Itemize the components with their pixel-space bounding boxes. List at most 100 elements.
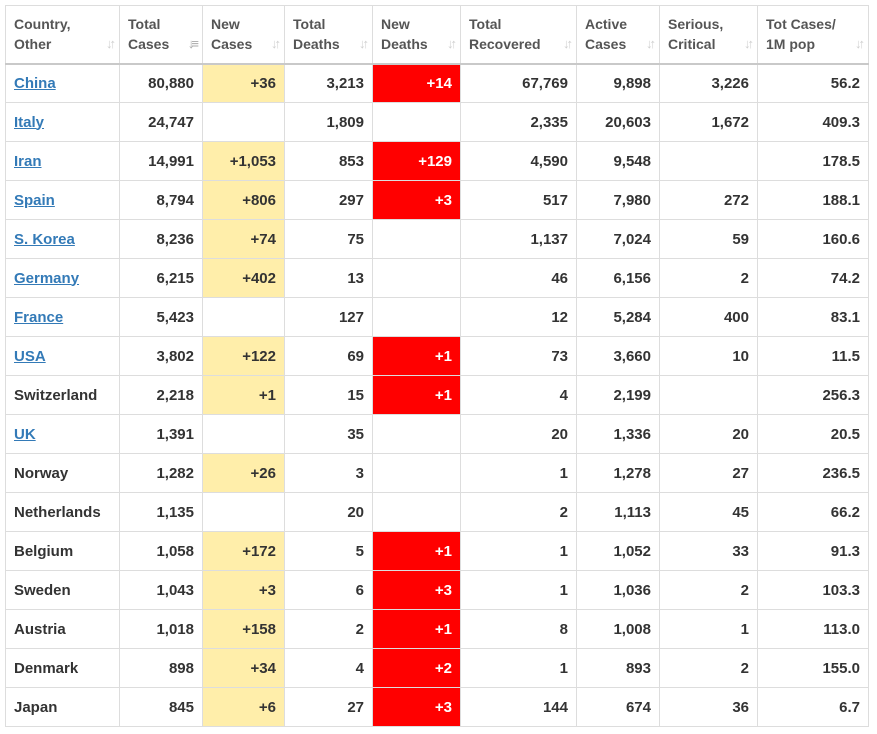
cell-per-million: 188.1 — [757, 180, 869, 220]
table-row: Netherlands 1,135 20 2 1,113 45 66.2 — [5, 492, 869, 532]
cell-new-cases: +26 — [202, 453, 285, 493]
header-label-line1: Total — [293, 16, 326, 33]
cell-serious-critical: 2 — [659, 570, 758, 610]
cell-serious-critical: 2 — [659, 258, 758, 298]
cell-serious-critical: 27 — [659, 453, 758, 493]
table-row: China 80,880 +36 3,213 +14 67,769 9,898 3,226 56… — [5, 63, 869, 103]
cell-country[interactable]: USA — [5, 336, 120, 376]
column-header-total-deaths[interactable]: Total Deaths ↓↑ — [284, 5, 373, 65]
cell-serious-critical: 1 — [659, 609, 758, 649]
country-link[interactable]: Spain — [14, 192, 55, 209]
cell-serious-critical: 10 — [659, 336, 758, 376]
cell-new-cases: +6 — [202, 687, 285, 727]
country-name: Sweden — [14, 581, 71, 599]
cell-country[interactable]: Germany — [5, 258, 120, 298]
cell-total-recovered: 144 — [460, 687, 577, 727]
cell-new-deaths — [372, 492, 461, 532]
cell-new-cases — [202, 414, 285, 454]
header-label-line2: 1M pop — [766, 36, 815, 53]
column-header-country[interactable]: Country, Other ↓↑ — [5, 5, 120, 65]
header-label-line2: Cases — [585, 36, 627, 53]
cell-total-deaths: 297 — [284, 180, 373, 220]
column-header-label: Total Recovered — [469, 14, 568, 54]
cell-active-cases: 674 — [576, 687, 660, 727]
cell-new-deaths — [372, 258, 461, 298]
table-row: Spain 8,794 +806 297 +3 517 7,980 272 188.1 — [5, 180, 869, 220]
cell-per-million: 66.2 — [757, 492, 869, 532]
cell-new-cases: +1,053 — [202, 141, 285, 181]
column-header-label: Tot Cases/1M pop — [766, 14, 860, 54]
column-header-per-million[interactable]: Tot Cases/1M pop ↓↑ — [757, 5, 869, 65]
country-name: Denmark — [14, 659, 79, 677]
table-body: China 80,880 +36 3,213 +14 67,769 9,898 3,226 56… — [5, 63, 869, 727]
cell-per-million: 20.5 — [757, 414, 869, 454]
cell-new-cases: +158 — [202, 609, 285, 649]
sort-icon[interactable]: ↓↑ — [563, 34, 573, 54]
cell-country[interactable]: Spain — [5, 180, 120, 220]
sort-icon[interactable]: ↓↑ — [447, 34, 457, 54]
table-row: Japan 845 +6 27 +3 144 674 36 6.7 — [5, 687, 869, 727]
sort-icon[interactable]: ↓↑ — [855, 34, 865, 54]
column-header-new-cases[interactable]: New Cases ↓↑ — [202, 5, 285, 65]
cell-new-deaths: +3 — [372, 570, 461, 610]
cell-active-cases: 7,024 — [576, 219, 660, 259]
column-header-label: New Deaths — [381, 14, 452, 54]
cell-country: Norway — [5, 453, 120, 493]
country-link[interactable]: S. Korea — [14, 231, 75, 248]
table-row: USA 3,802 +122 69 +1 73 3,660 10 11.5 — [5, 336, 869, 376]
cell-new-cases — [202, 492, 285, 532]
header-label-line1: Tot Cases/ — [766, 16, 836, 33]
cell-total-recovered: 2 — [460, 492, 577, 532]
cell-new-cases: +402 — [202, 258, 285, 298]
country-link[interactable]: Germany — [14, 270, 79, 287]
table-row: France 5,423 127 12 5,284 400 83.1 — [5, 297, 869, 337]
cell-country[interactable]: Italy — [5, 102, 120, 142]
cell-total-cases: 80,880 — [119, 63, 203, 103]
cell-country[interactable]: Iran — [5, 141, 120, 181]
cell-active-cases: 1,278 — [576, 453, 660, 493]
column-header-label: New Cases — [211, 14, 276, 54]
cell-country[interactable]: S. Korea — [5, 219, 120, 259]
cell-new-deaths: +1 — [372, 336, 461, 376]
sort-desc-active-icon[interactable]: ↓≡ — [188, 34, 199, 54]
cell-total-deaths: 853 — [284, 141, 373, 181]
cell-country[interactable]: China — [5, 63, 120, 103]
country-link[interactable]: Iran — [14, 153, 42, 170]
sort-icon[interactable]: ↓↑ — [271, 34, 281, 54]
cell-total-deaths: 69 — [284, 336, 373, 376]
column-header-active-cases[interactable]: Active Cases ↓↑ — [576, 5, 660, 65]
cell-country[interactable]: UK — [5, 414, 120, 454]
cell-total-recovered: 4,590 — [460, 141, 577, 181]
cell-active-cases: 5,284 — [576, 297, 660, 337]
cell-country: Belgium — [5, 531, 120, 571]
cell-total-cases: 8,236 — [119, 219, 203, 259]
sort-icon[interactable]: ↓↑ — [106, 34, 116, 54]
country-link[interactable]: Italy — [14, 114, 44, 131]
header-label-line1: Country, — [14, 16, 71, 33]
column-header-serious-critical[interactable]: Serious, Critical ↓↑ — [659, 5, 758, 65]
country-link[interactable]: USA — [14, 348, 46, 365]
cell-new-cases: +806 — [202, 180, 285, 220]
cell-total-cases: 1,058 — [119, 531, 203, 571]
country-link[interactable]: France — [14, 309, 63, 326]
cell-active-cases: 2,199 — [576, 375, 660, 415]
country-link[interactable]: China — [14, 75, 56, 92]
cell-new-cases — [202, 297, 285, 337]
sort-icon[interactable]: ↓↑ — [744, 34, 754, 54]
column-header-total-cases[interactable]: Total Cases ↓≡ — [119, 5, 203, 65]
cell-new-deaths: +3 — [372, 180, 461, 220]
cell-new-deaths — [372, 102, 461, 142]
cell-active-cases: 20,603 — [576, 102, 660, 142]
cell-active-cases: 1,336 — [576, 414, 660, 454]
cell-new-deaths: +1 — [372, 375, 461, 415]
table-row: UK 1,391 35 20 1,336 20 20.5 — [5, 414, 869, 454]
cell-country: Netherlands — [5, 492, 120, 532]
table-container: Country, Other ↓↑ Total Cases ↓≡ New Cases ↓↑ Tot… — [5, 5, 869, 727]
country-link[interactable]: UK — [14, 426, 36, 443]
column-header-new-deaths[interactable]: New Deaths ↓↑ — [372, 5, 461, 65]
sort-icon[interactable]: ↓↑ — [646, 34, 656, 54]
column-header-total-recovered[interactable]: Total Recovered ↓↑ — [460, 5, 577, 65]
cell-total-cases: 1,391 — [119, 414, 203, 454]
sort-icon[interactable]: ↓↑ — [359, 34, 369, 54]
cell-country[interactable]: France — [5, 297, 120, 337]
